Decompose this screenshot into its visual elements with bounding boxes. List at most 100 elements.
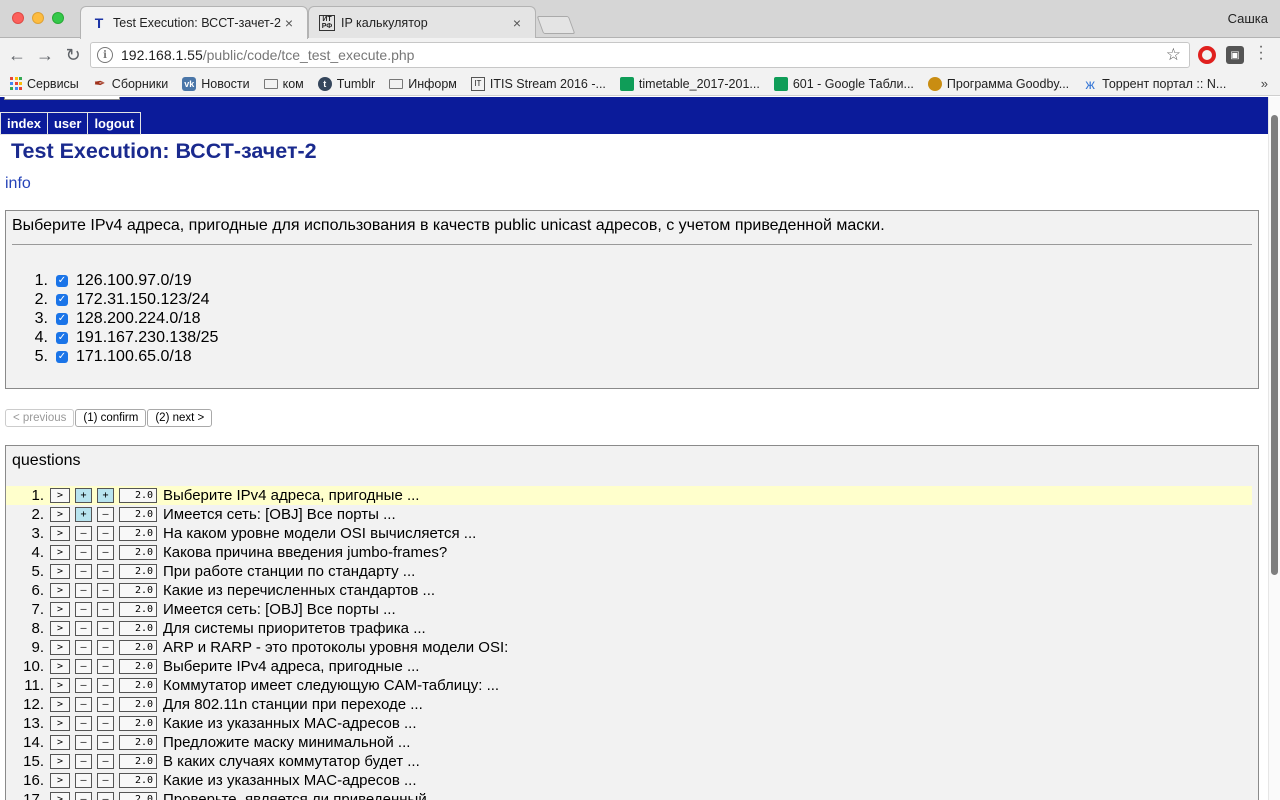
bookmark-star-icon[interactable]: ☆: [1166, 45, 1181, 65]
go-to-question-button[interactable]: >: [50, 488, 70, 503]
displayed-status: –: [97, 621, 114, 636]
go-to-question-button[interactable]: >: [50, 507, 70, 522]
question-number: 6.: [31, 582, 44, 599]
answer-number: 3.: [34, 309, 48, 327]
bookmarks-overflow-icon[interactable]: »: [1261, 76, 1268, 91]
info-link[interactable]: info: [5, 175, 31, 193]
confirm-button[interactable]: (1) confirm: [75, 409, 147, 427]
answer-checkbox[interactable]: ✓: [56, 312, 68, 325]
go-to-question-button[interactable]: >: [50, 545, 70, 560]
displayed-status: –: [97, 697, 114, 712]
answered-status: –: [75, 754, 92, 769]
question-row: 17. > – –2.0 Проверьте, является ли приведен…: [6, 790, 1258, 800]
page-title: Test Execution: ВССТ-зачет-2: [11, 139, 317, 163]
question-summary: Имеется сеть: [OBJ] Все порты ...: [163, 601, 396, 618]
answer-checkbox[interactable]: ✓: [56, 274, 68, 287]
questions-title: questions: [12, 452, 81, 469]
question-row: 8. > – –2.0 Для системы приоритетов трафика …: [6, 619, 1258, 638]
answer-value: 191.167.230.138/25: [76, 328, 219, 346]
tab-close-icon[interactable]: ×: [281, 15, 297, 31]
next-button[interactable]: (2) next >: [147, 409, 213, 427]
site-info-icon[interactable]: i: [97, 47, 113, 63]
bookmark-label: Сборники: [111, 76, 169, 91]
bookmark-label: Tumblr: [336, 76, 376, 91]
bookmark-tumblr[interactable]: t Tumblr: [317, 76, 376, 91]
answer-number: 2.: [34, 290, 48, 308]
question-row: 7. > – –2.0 Имеется сеть: [OBJ] Все порты ..…: [6, 600, 1258, 619]
bookmark-timetable[interactable]: timetable_2017-201...: [619, 76, 760, 91]
go-to-question-button[interactable]: >: [50, 792, 70, 800]
go-to-question-button[interactable]: >: [50, 640, 70, 655]
extension-icon[interactable]: ▣: [1226, 46, 1244, 64]
question-number: 8.: [31, 620, 44, 637]
question-score: 2.0: [119, 697, 157, 712]
question-row: 1. > + +2.0 Выберите IPv4 адреса, пригодные …: [6, 486, 1252, 505]
bookmark-601-sheet[interactable]: 601 - Google Табли...: [773, 76, 914, 91]
answered-status: –: [75, 659, 92, 674]
bookmark-label: 601 - Google Табли...: [792, 76, 914, 91]
go-to-question-button[interactable]: >: [50, 526, 70, 541]
question-panel: Выберите IPv4 адреса, пригодные для испо…: [5, 210, 1259, 389]
go-to-question-button[interactable]: >: [50, 659, 70, 674]
question-row: 13. > – –2.0 Какие из указанных MAC-адресов …: [6, 714, 1258, 733]
new-tab-button[interactable]: [536, 16, 576, 34]
window-minimize-button[interactable]: [32, 12, 44, 24]
bookmark-label: Новости: [201, 76, 250, 91]
displayed-status: –: [97, 754, 114, 769]
bookmark-collections[interactable]: ✒ Сборники: [93, 75, 169, 91]
answer-value: 172.31.150.123/24: [76, 290, 210, 308]
profile-name[interactable]: Сашка: [1228, 11, 1268, 26]
nav-index-link[interactable]: index: [0, 112, 48, 135]
browser-tab-test-execution[interactable]: T Test Execution: ВССТ-зачет-2 ×: [80, 6, 308, 39]
vk-icon: vk: [182, 76, 197, 91]
opera-extension-icon[interactable]: [1198, 46, 1216, 64]
back-arrow-icon[interactable]: ←: [6, 44, 28, 66]
previous-button[interactable]: < previous: [5, 409, 75, 427]
bookmark-torrent[interactable]: ж Торрент портал :: N...: [1083, 76, 1226, 92]
question-number: 16.: [23, 772, 44, 789]
go-to-question-button[interactable]: >: [50, 602, 70, 617]
window-close-button[interactable]: [12, 12, 24, 24]
answered-status: –: [75, 602, 92, 617]
question-summary: Выберите IPv4 адреса, пригодные ...: [163, 487, 420, 504]
bookmark-folder-kom[interactable]: ком: [263, 77, 304, 91]
forward-arrow-icon[interactable]: →: [34, 44, 56, 66]
question-summary: Имеется сеть: [OBJ] Все порты ...: [163, 506, 396, 523]
folder-icon: [263, 78, 278, 89]
page-scrollbar[interactable]: [1268, 97, 1280, 800]
answered-status: –: [75, 526, 92, 541]
go-to-question-button[interactable]: >: [50, 754, 70, 769]
tce-favicon-icon: T: [94, 15, 104, 31]
answer-checkbox[interactable]: ✓: [56, 350, 68, 363]
go-to-question-button[interactable]: >: [50, 621, 70, 636]
browser-menu-icon[interactable]: · · ·: [1256, 39, 1266, 67]
bookmark-news[interactable]: vk Новости: [182, 76, 250, 91]
bookmark-goodby[interactable]: Программа Goodby...: [927, 76, 1069, 91]
go-to-question-button[interactable]: >: [50, 716, 70, 731]
window-zoom-button[interactable]: [52, 12, 64, 24]
nav-user-link[interactable]: user: [46, 112, 89, 135]
answered-status: –: [75, 716, 92, 731]
go-to-question-button[interactable]: >: [50, 773, 70, 788]
question-number: 15.: [23, 753, 44, 770]
answer-number: 5.: [34, 347, 48, 365]
reload-icon[interactable]: ↻: [62, 44, 84, 66]
question-number: 3.: [31, 525, 44, 542]
bookmark-itis-stream[interactable]: IT ITIS Stream 2016 -...: [470, 76, 606, 91]
question-text: Выберите IPv4 адреса, пригодные для испо…: [12, 217, 885, 234]
bookmark-services[interactable]: Сервисы: [10, 77, 79, 91]
answer-checkbox[interactable]: ✓: [56, 293, 68, 306]
nav-logout-link[interactable]: logout: [87, 112, 142, 135]
go-to-question-button[interactable]: >: [50, 735, 70, 750]
go-to-question-button[interactable]: >: [50, 697, 70, 712]
scrollbar-thumb[interactable]: [1271, 115, 1278, 575]
go-to-question-button[interactable]: >: [50, 564, 70, 579]
tab-close-icon[interactable]: ×: [509, 15, 525, 31]
go-to-question-button[interactable]: >: [50, 583, 70, 598]
address-bar[interactable]: i 192.168.1.55/public/code/tce_test_exec…: [90, 42, 1190, 68]
question-row: 12. > – –2.0 Для 802.11n станции при переход…: [6, 695, 1258, 714]
browser-tab-ip-calculator[interactable]: ИТ РФ IP калькулятор ×: [308, 6, 536, 38]
answer-checkbox[interactable]: ✓: [56, 331, 68, 344]
bookmark-folder-inform[interactable]: Информ: [389, 77, 457, 91]
go-to-question-button[interactable]: >: [50, 678, 70, 693]
